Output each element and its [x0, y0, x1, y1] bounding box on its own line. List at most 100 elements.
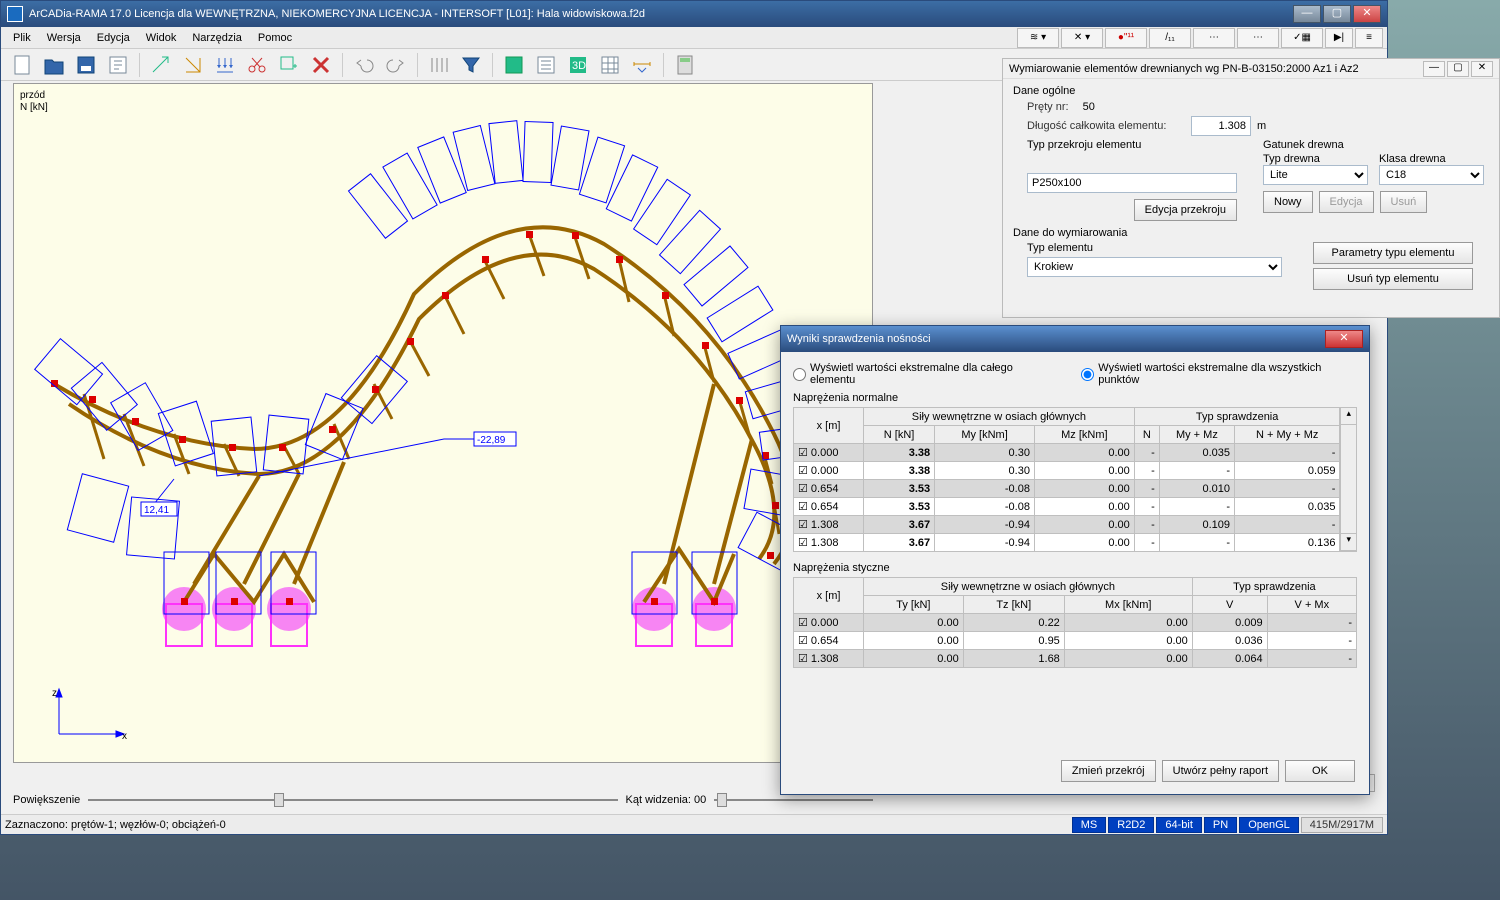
- typdrewna-label: Typ drewna: [1263, 153, 1373, 165]
- menu-plik[interactable]: Plik: [5, 30, 39, 46]
- tool-delete[interactable]: [306, 51, 336, 79]
- view-toggle-4[interactable]: /₁₁: [1149, 28, 1191, 48]
- table-row[interactable]: ☑ 0.0003.380.300.00--0.059: [794, 462, 1340, 480]
- menu-widok[interactable]: Widok: [138, 30, 185, 46]
- edit-wood-button[interactable]: Edycja: [1319, 191, 1374, 213]
- view-toggle-6[interactable]: ⋯: [1237, 28, 1279, 48]
- svg-text:x: x: [122, 731, 127, 742]
- results-title: Wyniki sprawdzenia nośności: [787, 333, 1325, 345]
- undo-button[interactable]: [349, 51, 379, 79]
- tool-cut[interactable]: [242, 51, 272, 79]
- section-dane-wym: Dane do wymiarowania: [1013, 227, 1489, 239]
- table-row[interactable]: ☑ 1.3083.67-0.940.00-0.109-: [794, 516, 1340, 534]
- new-wood-button[interactable]: Nowy: [1263, 191, 1313, 213]
- redo-button[interactable]: [381, 51, 411, 79]
- zoom-slider[interactable]: [88, 790, 617, 810]
- svg-text:przód: przód: [20, 90, 45, 101]
- table-row[interactable]: ☑ 0.6543.53-0.080.00-0.010-: [794, 480, 1340, 498]
- normal-stress-title: Naprężenia normalne: [793, 392, 1357, 404]
- radio-all-points[interactable]: Wyświetl wartości ekstremalne dla wszyst…: [1081, 362, 1357, 386]
- delete-type-button[interactable]: Usuń typ elementu: [1313, 268, 1473, 290]
- menubar: Plik Wersja Edycja Widok Narzędzia Pomoc…: [1, 27, 1387, 49]
- panel-close[interactable]: ✕: [1471, 61, 1493, 77]
- svg-text:N [kN]: N [kN]: [20, 102, 48, 113]
- design-panel: Wymiarowanie elementów drewnianych wg PN…: [1002, 58, 1500, 318]
- menu-wersja[interactable]: Wersja: [39, 30, 89, 46]
- window-title: ArCADia-RAMA 17.0 Licencja dla WEWNĘTRZN…: [29, 8, 1291, 20]
- open-file-button[interactable]: [39, 51, 69, 79]
- param-type-button[interactable]: Parametry typu elementu: [1313, 242, 1473, 264]
- svg-text:z: z: [52, 688, 57, 699]
- typdrewna-select[interactable]: Lite: [1263, 165, 1368, 185]
- tool-calc2[interactable]: [531, 51, 561, 79]
- status-pn[interactable]: PN: [1204, 817, 1237, 833]
- results-dialog: Wyniki sprawdzenia nośności ✕ Wyświetl w…: [780, 325, 1370, 795]
- menu-pomoc[interactable]: Pomoc: [250, 30, 300, 46]
- view-toggle-3[interactable]: ●"¹¹: [1105, 28, 1147, 48]
- minimize-button[interactable]: —: [1293, 5, 1321, 23]
- view-toggle-8[interactable]: ▶|: [1325, 28, 1353, 48]
- svg-text:12,41: 12,41: [144, 505, 169, 516]
- app-icon: [7, 6, 23, 22]
- new-file-button[interactable]: [7, 51, 37, 79]
- panel-max[interactable]: ▢: [1447, 61, 1469, 77]
- menu-narzedzia[interactable]: Narzędzia: [184, 30, 250, 46]
- ok-button[interactable]: OK: [1285, 760, 1355, 782]
- prety-label: Pręty nr:: [1027, 101, 1069, 113]
- status-r2d2[interactable]: R2D2: [1108, 817, 1154, 833]
- maximize-button[interactable]: ▢: [1323, 5, 1351, 23]
- structure-drawing: z x przód N [kN]: [14, 84, 873, 763]
- tool-calc1[interactable]: [499, 51, 529, 79]
- table-row[interactable]: ☑ 1.3080.001.680.000.064-: [794, 650, 1357, 668]
- tool-1[interactable]: [146, 51, 176, 79]
- tool-columns[interactable]: [424, 51, 454, 79]
- full-report-button[interactable]: Utwórz pełny raport: [1162, 760, 1279, 782]
- status-ms[interactable]: MS: [1072, 817, 1107, 833]
- view-toggle-2[interactable]: ✕ ▾: [1061, 28, 1103, 48]
- svg-text:-22,89: -22,89: [477, 435, 506, 446]
- klasa-select[interactable]: C18: [1379, 165, 1484, 185]
- edit-section-button[interactable]: Edycja przekroju: [1134, 199, 1237, 221]
- typelem-select[interactable]: Krokiew: [1027, 257, 1282, 277]
- titlebar: ArCADia-RAMA 17.0 Licencja dla WEWNĘTRZN…: [1, 1, 1387, 27]
- tool-grid[interactable]: [595, 51, 625, 79]
- tool-calculator[interactable]: [670, 51, 700, 79]
- view-toggle-7[interactable]: ✓▦: [1281, 28, 1323, 48]
- status-opengl[interactable]: OpenGL: [1239, 817, 1299, 833]
- close-button[interactable]: ✕: [1353, 5, 1381, 23]
- table-row[interactable]: ☑ 0.0000.000.220.000.009-: [794, 614, 1357, 632]
- canvas-viewport[interactable]: z x przód N [kN]: [13, 83, 873, 763]
- view-toggle-5[interactable]: ⋯: [1193, 28, 1235, 48]
- save-file-button[interactable]: [71, 51, 101, 79]
- tool-filter[interactable]: [456, 51, 486, 79]
- dlugosc-input[interactable]: [1191, 116, 1251, 136]
- radio-whole-element[interactable]: Wyświetl wartości ekstremalne dla całego…: [793, 362, 1053, 386]
- design-panel-title: Wymiarowanie elementów drewnianych wg PN…: [1009, 63, 1421, 75]
- tool-3d[interactable]: 3D: [563, 51, 593, 79]
- table1-scrollbar[interactable]: ▴▾: [1340, 407, 1357, 552]
- tool-2[interactable]: [178, 51, 208, 79]
- klasa-label: Klasa drewna: [1379, 153, 1484, 165]
- table-row[interactable]: ☑ 0.6543.53-0.080.00--0.035: [794, 498, 1340, 516]
- normal-stress-table: x [m] Siły wewnętrzne w osiach głównych …: [793, 407, 1340, 552]
- table-row[interactable]: ☑ 0.0003.380.300.00-0.035-: [794, 444, 1340, 462]
- gatunek-label: Gatunek drewna: [1263, 139, 1484, 151]
- delete-wood-button[interactable]: Usuń: [1380, 191, 1428, 213]
- save-as-button[interactable]: [103, 51, 133, 79]
- tool-dim[interactable]: [627, 51, 657, 79]
- przekroj-input[interactable]: [1027, 173, 1237, 193]
- statusbar: Zaznaczono: prętów-1; węzłów-0; obciążeń…: [1, 814, 1387, 834]
- table-row[interactable]: ☑ 0.6540.000.950.000.036-: [794, 632, 1357, 650]
- table-row[interactable]: ☑ 1.3083.67-0.940.00--0.136: [794, 534, 1340, 552]
- status-64bit[interactable]: 64-bit: [1156, 817, 1202, 833]
- typelem-label: Typ elementu: [1027, 242, 1287, 254]
- change-section-button[interactable]: Zmień przekrój: [1061, 760, 1156, 782]
- panel-min[interactable]: —: [1423, 61, 1445, 77]
- view-toggle-1[interactable]: ≋ ▾: [1017, 28, 1059, 48]
- status-mem: 415M/2917M: [1301, 817, 1383, 833]
- tool-loads[interactable]: [210, 51, 240, 79]
- results-close-button[interactable]: ✕: [1325, 330, 1363, 348]
- tool-add[interactable]: [274, 51, 304, 79]
- view-toggle-9[interactable]: ≡: [1355, 28, 1383, 48]
- menu-edycja[interactable]: Edycja: [89, 30, 138, 46]
